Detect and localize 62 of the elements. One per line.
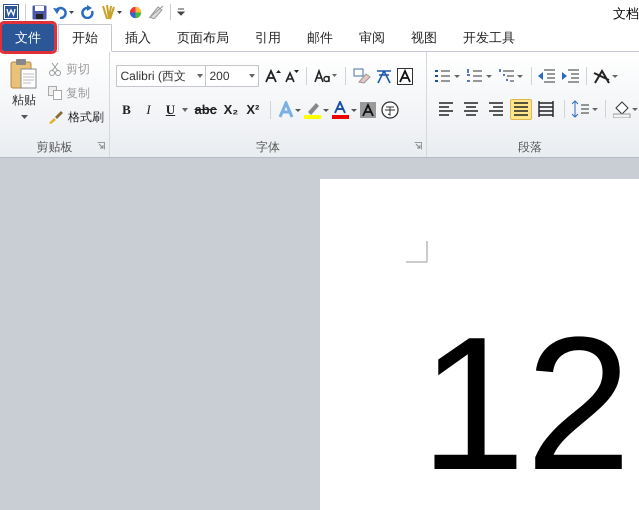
dialog-launcher-icon[interactable]: [414, 142, 422, 150]
shading-bucket-icon[interactable]: [613, 100, 639, 118]
grow-font-icon[interactable]: [265, 69, 282, 83]
paste-label[interactable]: 粘贴: [12, 91, 36, 109]
redo-icon[interactable]: [81, 5, 95, 19]
paste-caret-icon[interactable]: [20, 115, 28, 120]
ribbon-tab[interactable]: 开始: [58, 24, 112, 52]
bold-button[interactable]: B: [116, 100, 136, 120]
group-label: 段落: [518, 139, 542, 156]
undo-icon[interactable]: [53, 5, 75, 19]
character-shading-icon[interactable]: [360, 102, 376, 118]
caret-icon[interactable]: [182, 108, 188, 112]
file-tab[interactable]: 文件: [2, 24, 54, 51]
caret-icon: [197, 74, 204, 78]
italic-button[interactable]: I: [138, 100, 158, 120]
paintbrush-icon: [48, 110, 64, 124]
customize-caret-icon[interactable]: [177, 8, 185, 16]
color-wheel-icon[interactable]: [129, 6, 142, 18]
ribbon-tab[interactable]: 插入: [112, 24, 164, 51]
font-size-field[interactable]: 200: [205, 65, 260, 87]
margin-corner-mark: [406, 241, 428, 263]
phonetic-guide-icon[interactable]: [375, 67, 394, 85]
justify-icon[interactable]: [510, 98, 532, 120]
superscript-button[interactable]: X²: [242, 100, 263, 120]
bullet-list-icon[interactable]: [435, 69, 461, 83]
ribbon-tab[interactable]: 页面布局: [164, 24, 242, 51]
ribbon-tab[interactable]: 邮件: [294, 24, 346, 51]
increase-indent-icon[interactable]: [562, 69, 580, 83]
caret-icon: [249, 74, 256, 78]
highlighter-icon[interactable]: [304, 101, 330, 119]
subscript-button[interactable]: X₂: [220, 100, 241, 120]
document-text: 12: [420, 309, 632, 499]
clipboard-button[interactable]: 格式刷: [48, 107, 104, 127]
enclosed-character-icon[interactable]: [380, 101, 399, 119]
ribbon-tab[interactable]: 审阅: [346, 24, 398, 51]
ribbon-tab[interactable]: 视图: [398, 24, 450, 51]
paste-clipboard-icon[interactable]: [10, 58, 38, 90]
decrease-indent-icon[interactable]: [538, 69, 556, 83]
brushes-icon[interactable]: [101, 4, 123, 20]
font-color-icon[interactable]: [332, 101, 358, 119]
group-label: 字体: [256, 139, 280, 156]
line-spacing-icon[interactable]: [572, 100, 598, 118]
scissors-icon: [48, 62, 62, 76]
copy-icon: [48, 86, 62, 100]
group-label: 剪贴板: [36, 139, 73, 156]
word-logo-icon[interactable]: [3, 4, 19, 20]
dialog-launcher-icon[interactable]: [97, 142, 106, 150]
underline-button[interactable]: U: [160, 100, 180, 120]
ribbon-tab[interactable]: 引用: [242, 24, 294, 51]
numbered-list-icon[interactable]: [467, 69, 493, 83]
multilevel-list-icon[interactable]: [499, 69, 525, 83]
sort-icon[interactable]: [593, 68, 619, 84]
clear-format-icon[interactable]: [353, 68, 372, 84]
eraser-icon[interactable]: [148, 5, 164, 19]
save-icon[interactable]: [32, 4, 47, 20]
shrink-font-icon[interactable]: [285, 69, 300, 83]
character-border-icon[interactable]: [397, 68, 414, 84]
strikethrough-button[interactable]: abc: [192, 100, 219, 120]
ribbon-tab[interactable]: 开发工具: [450, 24, 528, 51]
change-case-icon[interactable]: [314, 69, 338, 83]
window-title: 文档: [613, 5, 639, 23]
font-name-field[interactable]: Calibri (西文: [116, 65, 206, 87]
